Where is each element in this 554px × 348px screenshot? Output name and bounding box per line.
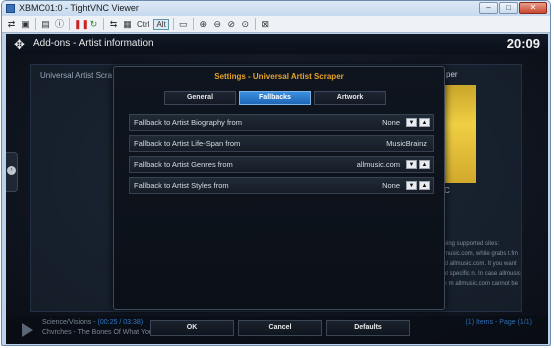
toolbar-divider [172,18,174,30]
zoom-fit-icon[interactable]: ⊙ [240,19,251,30]
setting-label: Fallback to Artist Biography from [134,118,242,127]
settings-dialog: Settings - Universal Artist Scraper Gene… [113,66,445,336]
background-addon-title: Universal Artist Scra [40,71,113,80]
toolbar-divider [69,18,70,30]
fullscreen-icon[interactable]: ⊠ [260,19,271,30]
dialog-buttons: OK Cancel Defaults [150,320,410,336]
breadcrumb: Add-ons - Artist information [33,38,154,49]
tab-general[interactable]: General [164,91,236,105]
setting-label: Fallback to Artist Life-Span from [134,139,241,148]
close-button[interactable]: ✕ [519,2,547,14]
chevron-right-icon: › [7,166,16,175]
setting-row-styles[interactable]: Fallback to Artist Styles from None ▼ ▲ [129,177,434,194]
setting-label: Fallback to Artist Genres from [134,160,233,169]
cancel-button[interactable]: Cancel [238,320,322,336]
setting-value: allmusic.com [356,160,400,169]
setting-row-biography[interactable]: Fallback to Artist Biography from None ▼… [129,114,434,131]
ok-button[interactable]: OK [150,320,234,336]
tab-artwork[interactable]: Artwork [314,91,386,105]
toolbar-divider [35,18,36,30]
toolbar-divider [103,18,104,30]
setting-value: MusicBrainz [386,139,427,148]
setting-row-lifespan[interactable]: Fallback to Artist Life-Span from MusicB… [129,135,434,152]
ctrl-key-button[interactable]: Ctrl [136,19,150,30]
toolbar-divider [192,18,194,30]
items-count: (1) Items - Page (1/1) [465,319,532,326]
refresh-icon[interactable]: ↻ [88,19,99,30]
alt-key-button[interactable]: Alt [153,18,169,30]
transfer-icon[interactable]: ⇆ [108,19,119,30]
setting-row-genres[interactable]: Fallback to Artist Genres from allmusic.… [129,156,434,173]
dialog-tabs: General Fallbacks Artwork [164,91,386,105]
zoom-100-icon[interactable]: ⊘ [226,19,237,30]
save-icon[interactable]: ▣ [20,19,31,30]
zoom-in-icon[interactable]: ⊕ [198,19,209,30]
app-icon [6,4,15,13]
xbmc-header: ✥ Add-ons - Artist information 20:09 [6,34,548,54]
pause-icon[interactable]: ❚❚ [74,19,89,30]
vnc-toolbar: ⇄ ▣ ▤ ⓘ ❚❚ ↻ ⇆ ▦ Ctrl Alt ▭ ⊕ ⊖ ⊘ ⊙ ⊠ [2,16,550,33]
info-icon[interactable]: ⓘ [54,19,65,30]
maximize-button[interactable]: □ [499,2,518,14]
now-playing-time: (00:25 / 03:38) [97,319,144,326]
play-icon [22,323,33,337]
arrow-down-icon[interactable]: ▼ [406,160,417,169]
setting-value: None [382,181,400,190]
background-description: lowing supported sites: allmusic.com, wh… [438,241,521,287]
vnc-window: XBMC01:0 - TightVNC Viewer – □ ✕ ⇄ ▣ ▤ ⓘ… [1,0,551,346]
addon-thumbnail [444,85,476,183]
arrow-down-icon[interactable]: ▼ [406,118,417,127]
tab-fallbacks[interactable]: Fallbacks [239,91,311,105]
xbmc-screen[interactable]: ✥ Add-ons - Artist information 20:09 Uni… [6,34,548,344]
window-title: XBMC01:0 - TightVNC Viewer [19,3,139,13]
options-icon[interactable]: ▤ [40,19,51,30]
zoom-out-icon[interactable]: ⊖ [212,19,223,30]
arrow-up-icon[interactable]: ▲ [419,181,430,190]
arrow-down-icon[interactable]: ▼ [406,181,417,190]
setting-value: None [382,118,400,127]
side-menu-tab[interactable]: › [6,152,18,192]
toolbar-divider [254,18,256,30]
setting-label: Fallback to Artist Styles from [134,181,229,190]
arrow-up-icon[interactable]: ▲ [419,160,430,169]
background-scraper-label: per [446,70,458,79]
title-bar[interactable]: XBMC01:0 - TightVNC Viewer – □ ✕ [2,1,550,16]
minimize-button[interactable]: – [479,2,498,14]
arrow-up-icon[interactable]: ▲ [419,118,430,127]
new-connection-icon[interactable]: ⇄ [6,19,17,30]
keyboard-icon[interactable]: ▦ [122,19,133,30]
send-keys-icon[interactable]: ▭ [178,19,189,30]
now-playing-title: Science/Visions - (00:25 / 03:38) [42,319,144,326]
settings-list: Fallback to Artist Biography from None ▼… [129,114,434,198]
dialog-title: Settings - Universal Artist Scraper [214,72,344,81]
clock: 20:09 [506,36,540,51]
defaults-button[interactable]: Defaults [326,320,410,336]
puzzle-icon: ✥ [14,37,25,52]
